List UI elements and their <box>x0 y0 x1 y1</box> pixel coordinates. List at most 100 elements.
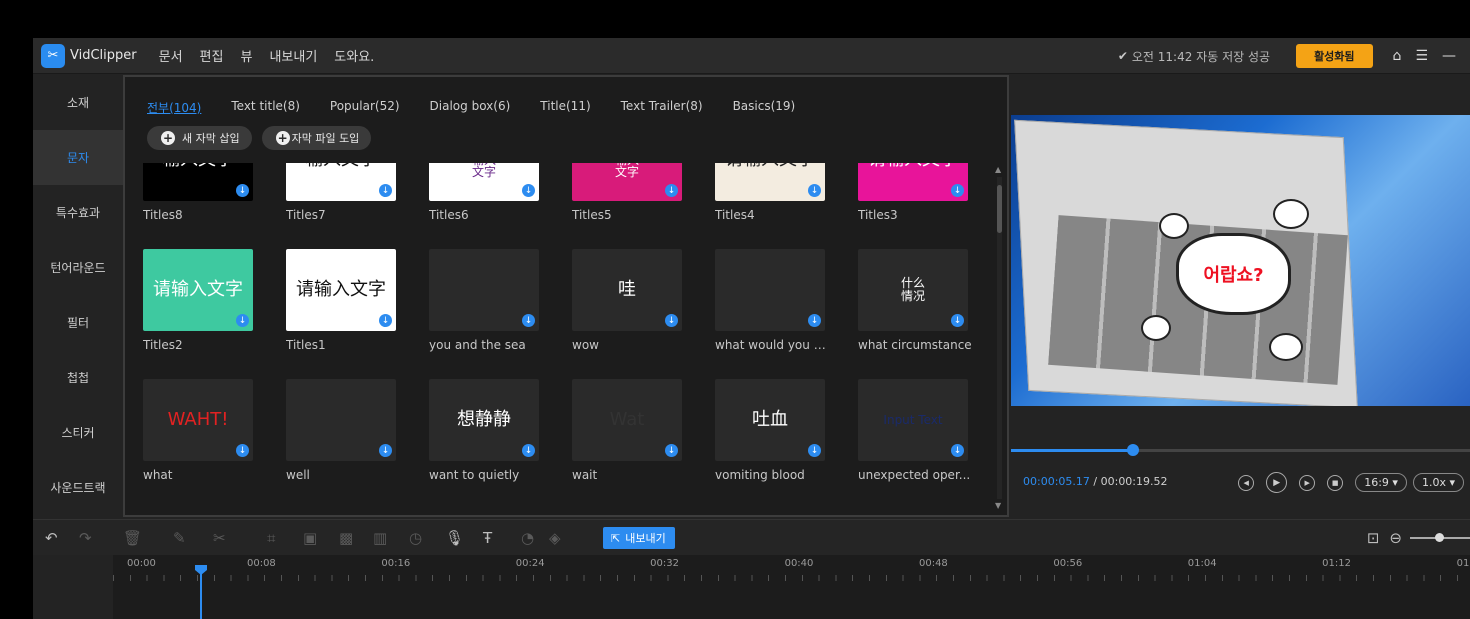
playhead[interactable] <box>200 567 202 619</box>
delete-icon[interactable]: 🗑 <box>123 529 142 547</box>
template-card[interactable]: 输入文字 ↓ Titles7 <box>286 163 396 222</box>
template-thumbnail[interactable]: 输入文字 ↓ <box>286 163 396 201</box>
export-button[interactable]: ⇱ 내보내기 <box>603 527 675 549</box>
download-icon[interactable]: ↓ <box>665 314 678 327</box>
progress-handle[interactable] <box>1126 444 1139 456</box>
template-card[interactable]: 请 输入 文字 ↓ Titles5 <box>572 163 682 222</box>
download-icon[interactable]: ↓ <box>522 444 535 457</box>
download-icon[interactable]: ↓ <box>951 444 964 457</box>
download-icon[interactable]: ↓ <box>808 444 821 457</box>
library-scrollbar[interactable]: ▲ ▼ <box>995 165 1003 511</box>
download-icon[interactable]: ↓ <box>379 444 392 457</box>
template-card[interactable]: ↓ you and the sea <box>429 249 539 352</box>
sidebar-item-effects[interactable]: 특수효과 <box>33 185 123 240</box>
template-card[interactable]: Wat ↓ wait <box>572 379 682 482</box>
download-icon[interactable]: ↓ <box>379 314 392 327</box>
template-card[interactable]: 请输入文字 ↓ Titles4 <box>715 163 825 222</box>
download-icon[interactable]: ↓ <box>236 314 249 327</box>
tab-all[interactable]: 전부(104) <box>147 99 201 116</box>
template-thumbnail[interactable]: ↓ <box>715 249 825 331</box>
microphone-icon[interactable]: 🎙 <box>445 529 464 547</box>
zoom-slider-handle[interactable] <box>1435 533 1444 542</box>
speed-select[interactable]: 1.0x ▾ <box>1412 473 1464 492</box>
menu-edit[interactable]: 편집 <box>200 46 224 65</box>
menu-view[interactable]: 뷰 <box>240 46 252 65</box>
text-to-speech-icon[interactable]: Ŧ <box>483 529 492 547</box>
template-card[interactable]: ↓ well <box>286 379 396 482</box>
next-frame-icon[interactable]: ▶ <box>1299 474 1316 491</box>
template-thumbnail[interactable]: 请输入文字 ↓ <box>286 249 396 331</box>
sidebar-item-media[interactable]: 소재 <box>33 75 123 130</box>
template-card[interactable]: WAHT! ↓ what <box>143 379 253 482</box>
menu-document[interactable]: 문서 <box>159 46 183 65</box>
sidebar-item-text[interactable]: 문자 <box>33 130 123 185</box>
template-card[interactable]: 想静静 ↓ want to quietly <box>429 379 539 482</box>
clock-icon[interactable]: ◷ <box>409 529 422 547</box>
fit-timeline-icon[interactable]: ⊡ <box>1367 529 1380 547</box>
download-icon[interactable]: ↓ <box>665 184 678 197</box>
template-thumbnail[interactable]: ↓ <box>286 379 396 461</box>
home-icon[interactable]: ⌂ <box>1393 48 1402 64</box>
edit-icon[interactable]: ✎ <box>173 529 186 547</box>
sidebar-item-overlay[interactable]: 첩첩 <box>33 350 123 405</box>
tab-text-trailer[interactable]: Text Trailer(8) <box>621 99 703 116</box>
tab-dialog-box[interactable]: Dialog box(6) <box>430 99 511 116</box>
sidebar-item-stickers[interactable]: 스티커 <box>33 405 123 460</box>
template-thumbnail[interactable]: 请输入文字 ↓ <box>143 249 253 331</box>
new-subtitle-button[interactable]: + 새 자막 삽입 <box>147 126 252 150</box>
template-card[interactable]: 输入文字 ↓ Titles8 <box>143 163 253 222</box>
prev-frame-icon[interactable]: ◀ <box>1238 474 1255 491</box>
template-card[interactable]: 请输入文字 ↓ Titles1 <box>286 249 396 352</box>
download-icon[interactable]: ↓ <box>808 314 821 327</box>
timeline-ruler[interactable]: 00:00 00:08 00:16 00:24 00:32 00:40 00:48 00:56… <box>113 555 1470 619</box>
download-icon[interactable]: ↓ <box>951 314 964 327</box>
template-thumbnail[interactable]: 输入文字 ↓ <box>143 163 253 201</box>
template-card[interactable]: 请 输入 文字 ↓ Titles6 <box>429 163 539 222</box>
menu-help[interactable]: 도와요. <box>334 46 374 65</box>
download-icon[interactable]: ↓ <box>522 314 535 327</box>
download-icon[interactable]: ↓ <box>379 184 392 197</box>
download-icon[interactable]: ↓ <box>236 184 249 197</box>
download-icon[interactable]: ↓ <box>951 184 964 197</box>
sidebar-item-filters[interactable]: 필터 <box>33 295 123 350</box>
tab-text-title[interactable]: Text title(8) <box>231 99 300 116</box>
aspect-ratio-select[interactable]: 16:9 ▾ <box>1355 473 1407 492</box>
keyframe-icon[interactable]: ◈ <box>549 529 561 547</box>
video-preview[interactable]: 어랍쇼? <box>1011 115 1470 406</box>
chart-icon[interactable]: ▥ <box>373 529 387 547</box>
template-thumbnail[interactable]: 请 输入 文字 ↓ <box>429 163 539 201</box>
template-card[interactable]: 哇 ↓ wow <box>572 249 682 352</box>
template-card[interactable]: 请输入文字 ↓ Titles3 <box>858 163 968 222</box>
stop-icon[interactable]: ■ <box>1327 474 1344 491</box>
template-thumbnail[interactable]: 吐血 ↓ <box>715 379 825 461</box>
scroll-up-icon[interactable]: ▲ <box>995 165 1001 174</box>
crop-icon[interactable]: ⌗ <box>267 529 275 547</box>
zoom-slider[interactable] <box>1410 533 1470 542</box>
download-icon[interactable]: ↓ <box>236 444 249 457</box>
minimize-icon[interactable]: — <box>1442 48 1456 64</box>
redo-icon[interactable]: ↷ <box>79 529 92 547</box>
cut-icon[interactable]: ✂ <box>213 529 226 547</box>
resize-icon[interactable]: ▣ <box>303 529 317 547</box>
download-icon[interactable]: ↓ <box>522 184 535 197</box>
template-card[interactable]: 请输入文字 ↓ Titles2 <box>143 249 253 352</box>
template-thumbnail[interactable]: Input Text ↓ <box>858 379 968 461</box>
template-card[interactable]: ↓ what would you li... <box>715 249 829 352</box>
template-thumbnail[interactable]: 请输入文字 ↓ <box>715 163 825 201</box>
menu-export[interactable]: 내보내기 <box>269 46 317 65</box>
template-thumbnail[interactable]: 哇 ↓ <box>572 249 682 331</box>
template-thumbnail[interactable]: ↓ <box>429 249 539 331</box>
mosaic-icon[interactable]: ▩ <box>339 529 353 547</box>
play-icon[interactable]: ▶ <box>1266 472 1288 493</box>
template-card[interactable]: 吐血 ↓ vomiting blood <box>715 379 825 482</box>
hamburger-menu-icon[interactable]: ☰ <box>1415 48 1428 64</box>
zoom-out-icon[interactable]: ⊖ <box>1389 529 1402 547</box>
import-subtitle-button[interactable]: + 자막 파일 도입 <box>261 126 372 150</box>
template-thumbnail[interactable]: WAHT! ↓ <box>143 379 253 461</box>
sidebar-item-transitions[interactable]: 턴어라운드 <box>33 240 123 295</box>
template-card[interactable]: 什么 情况 ↓ what circumstance <box>858 249 972 352</box>
sidebar-item-soundtrack[interactable]: 사운드트랙 <box>33 460 123 515</box>
tab-basics[interactable]: Basics(19) <box>733 99 796 116</box>
download-icon[interactable]: ↓ <box>665 444 678 457</box>
undo-icon[interactable]: ↶ <box>45 529 58 547</box>
